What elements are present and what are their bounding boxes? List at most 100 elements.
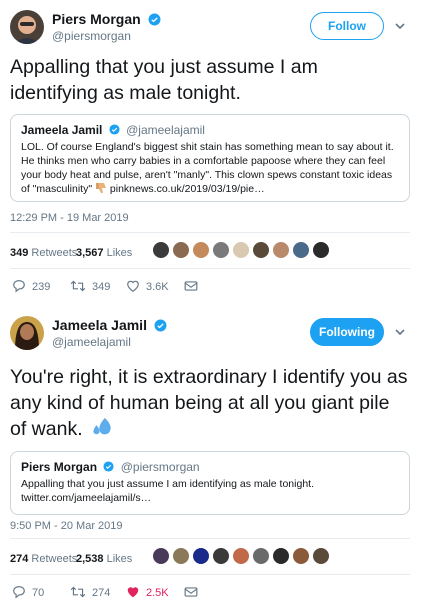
tweet-jameela-jamil: Jameela Jamil @jameelajamil Following Yo… <box>0 306 421 606</box>
quoted-tweet[interactable]: Piers Morgan @piersmorgan Appalling that… <box>10 451 410 515</box>
likes-label[interactable]: Likes <box>107 247 133 259</box>
quoted-tweet[interactable]: Jameela Jamil @jameelajamil LOL. Of cour… <box>10 114 410 202</box>
author-name-text[interactable]: Jameela Jamil <box>52 317 147 333</box>
reply-button[interactable]: 239 <box>12 278 50 296</box>
quoted-text-body: Appalling that you just assume I am iden… <box>21 478 314 490</box>
author-handle[interactable]: @piersmorgan <box>52 29 131 43</box>
timestamp[interactable]: 9:50 PM - 20 Mar 2019 <box>10 520 123 532</box>
reply-button[interactable]: 70 <box>12 584 44 602</box>
likes-count[interactable]: 2,538 <box>76 553 104 565</box>
heart-filled-icon <box>127 587 139 598</box>
avatar[interactable] <box>10 10 44 44</box>
author-name-text[interactable]: Piers Morgan <box>52 11 141 27</box>
divider <box>10 268 410 269</box>
likes-label[interactable]: Likes <box>107 553 133 565</box>
liker-avatar[interactable] <box>172 241 190 259</box>
liker-avatar[interactable] <box>312 547 330 565</box>
retweet-icon <box>70 280 86 292</box>
quoted-tweet-header: Jameela Jamil @jameelajamil <box>21 123 399 137</box>
like-count: 3.6K <box>146 281 169 293</box>
reply-icon <box>13 280 25 293</box>
verified-icon <box>154 319 167 332</box>
liker-avatar[interactable] <box>212 241 230 259</box>
reply-count: 239 <box>32 281 51 293</box>
retweets-stat[interactable]: 274 Retweets <box>10 553 77 565</box>
quoted-link[interactable]: twitter.com/jameelajamil/s… <box>21 492 151 504</box>
retweet-button[interactable]: 349 <box>70 278 110 296</box>
direct-message-button[interactable] <box>184 278 198 296</box>
likes-stat[interactable]: 2,538 Likes <box>76 553 132 565</box>
divider <box>10 574 410 575</box>
divider <box>10 538 410 539</box>
author-name[interactable]: Jameela Jamil <box>52 317 167 333</box>
thumbs-down-emoji-icon <box>95 183 106 193</box>
like-button[interactable]: 2.5K <box>126 584 169 602</box>
quoted-tweet-text: Appalling that you just assume I am iden… <box>21 477 399 505</box>
avatar[interactable] <box>10 316 44 350</box>
divider <box>10 232 410 233</box>
author-name[interactable]: Piers Morgan <box>52 11 161 27</box>
heart-icon <box>127 280 139 292</box>
quoted-tweet-text: LOL. Of course England's biggest shit st… <box>21 140 399 196</box>
retweet-icon <box>70 586 86 598</box>
engagement-stats: 349 Retweets 3,567 Likes <box>10 238 410 266</box>
verified-icon <box>103 461 114 472</box>
sweat-droplets-emoji-icon <box>93 417 111 435</box>
tweet-text: You're right, it is extraordinary I iden… <box>10 364 410 442</box>
author-handle[interactable]: @jameelajamil <box>52 335 131 349</box>
quoted-link[interactable]: pinknews.co.uk/2019/03/19/pie… <box>110 183 265 195</box>
tweet-header: Jameela Jamil @jameelajamil Following <box>10 314 410 354</box>
retweets-count[interactable]: 274 <box>10 553 28 565</box>
retweets-stat[interactable]: 349 Retweets <box>10 247 77 259</box>
chevron-down-icon[interactable] <box>394 326 406 338</box>
liker-avatar[interactable] <box>152 547 170 565</box>
liker-avatar[interactable] <box>272 241 290 259</box>
retweet-count: 349 <box>92 281 111 293</box>
quoted-tweet-header: Piers Morgan @piersmorgan <box>21 460 399 474</box>
liker-avatar[interactable] <box>152 241 170 259</box>
verified-icon <box>109 124 120 135</box>
retweet-button[interactable]: 274 <box>70 584 110 602</box>
envelope-icon <box>184 281 198 291</box>
tweet-actions: 239 349 3.6K <box>12 278 272 298</box>
likes-stat[interactable]: 3,567 Likes <box>76 247 132 259</box>
liker-avatar[interactable] <box>172 547 190 565</box>
liker-avatar[interactable] <box>252 547 270 565</box>
like-button[interactable]: 3.6K <box>126 278 169 296</box>
quoted-author-handle: @jameelajamil <box>126 123 205 137</box>
retweets-label[interactable]: Retweets <box>31 553 77 565</box>
liker-avatar[interactable] <box>292 547 310 565</box>
likes-count[interactable]: 3,567 <box>76 247 104 259</box>
tweet-text-body: You're right, it is extraordinary I iden… <box>10 366 408 440</box>
tweet-header: Piers Morgan @piersmorgan Follow <box>10 8 410 48</box>
direct-message-button[interactable] <box>184 584 198 602</box>
liker-avatar[interactable] <box>252 241 270 259</box>
quoted-author-name: Jameela Jamil <box>21 123 103 137</box>
envelope-icon <box>184 587 198 597</box>
retweet-count: 274 <box>92 587 111 599</box>
chevron-down-icon[interactable] <box>394 20 406 32</box>
reply-icon <box>13 586 25 599</box>
liker-avatar[interactable] <box>232 547 250 565</box>
quoted-author-handle: @piersmorgan <box>120 460 200 474</box>
engagement-stats: 274 Retweets 2,538 Likes <box>10 544 410 572</box>
following-button[interactable]: Following <box>310 318 384 346</box>
liker-avatar[interactable] <box>232 241 250 259</box>
tweet-actions: 70 274 2.5K <box>12 584 272 604</box>
verified-icon <box>148 13 161 26</box>
retweets-label[interactable]: Retweets <box>31 247 77 259</box>
timestamp[interactable]: 12:29 PM - 19 Mar 2019 <box>10 212 129 224</box>
liker-avatar[interactable] <box>192 547 210 565</box>
reply-count: 70 <box>32 587 45 599</box>
liker-avatar[interactable] <box>192 241 210 259</box>
tweet-piers-morgan: Piers Morgan @piersmorgan Follow Appalli… <box>0 0 421 306</box>
liker-avatar[interactable] <box>292 241 310 259</box>
tweet-text: Appalling that you just assume I am iden… <box>10 56 318 104</box>
retweets-count[interactable]: 349 <box>10 247 28 259</box>
liker-avatar[interactable] <box>312 241 330 259</box>
liker-avatar[interactable] <box>212 547 230 565</box>
follow-button[interactable]: Follow <box>310 12 384 40</box>
liker-avatar[interactable] <box>272 547 290 565</box>
like-count: 2.5K <box>146 587 169 599</box>
quoted-author-name: Piers Morgan <box>21 460 98 474</box>
